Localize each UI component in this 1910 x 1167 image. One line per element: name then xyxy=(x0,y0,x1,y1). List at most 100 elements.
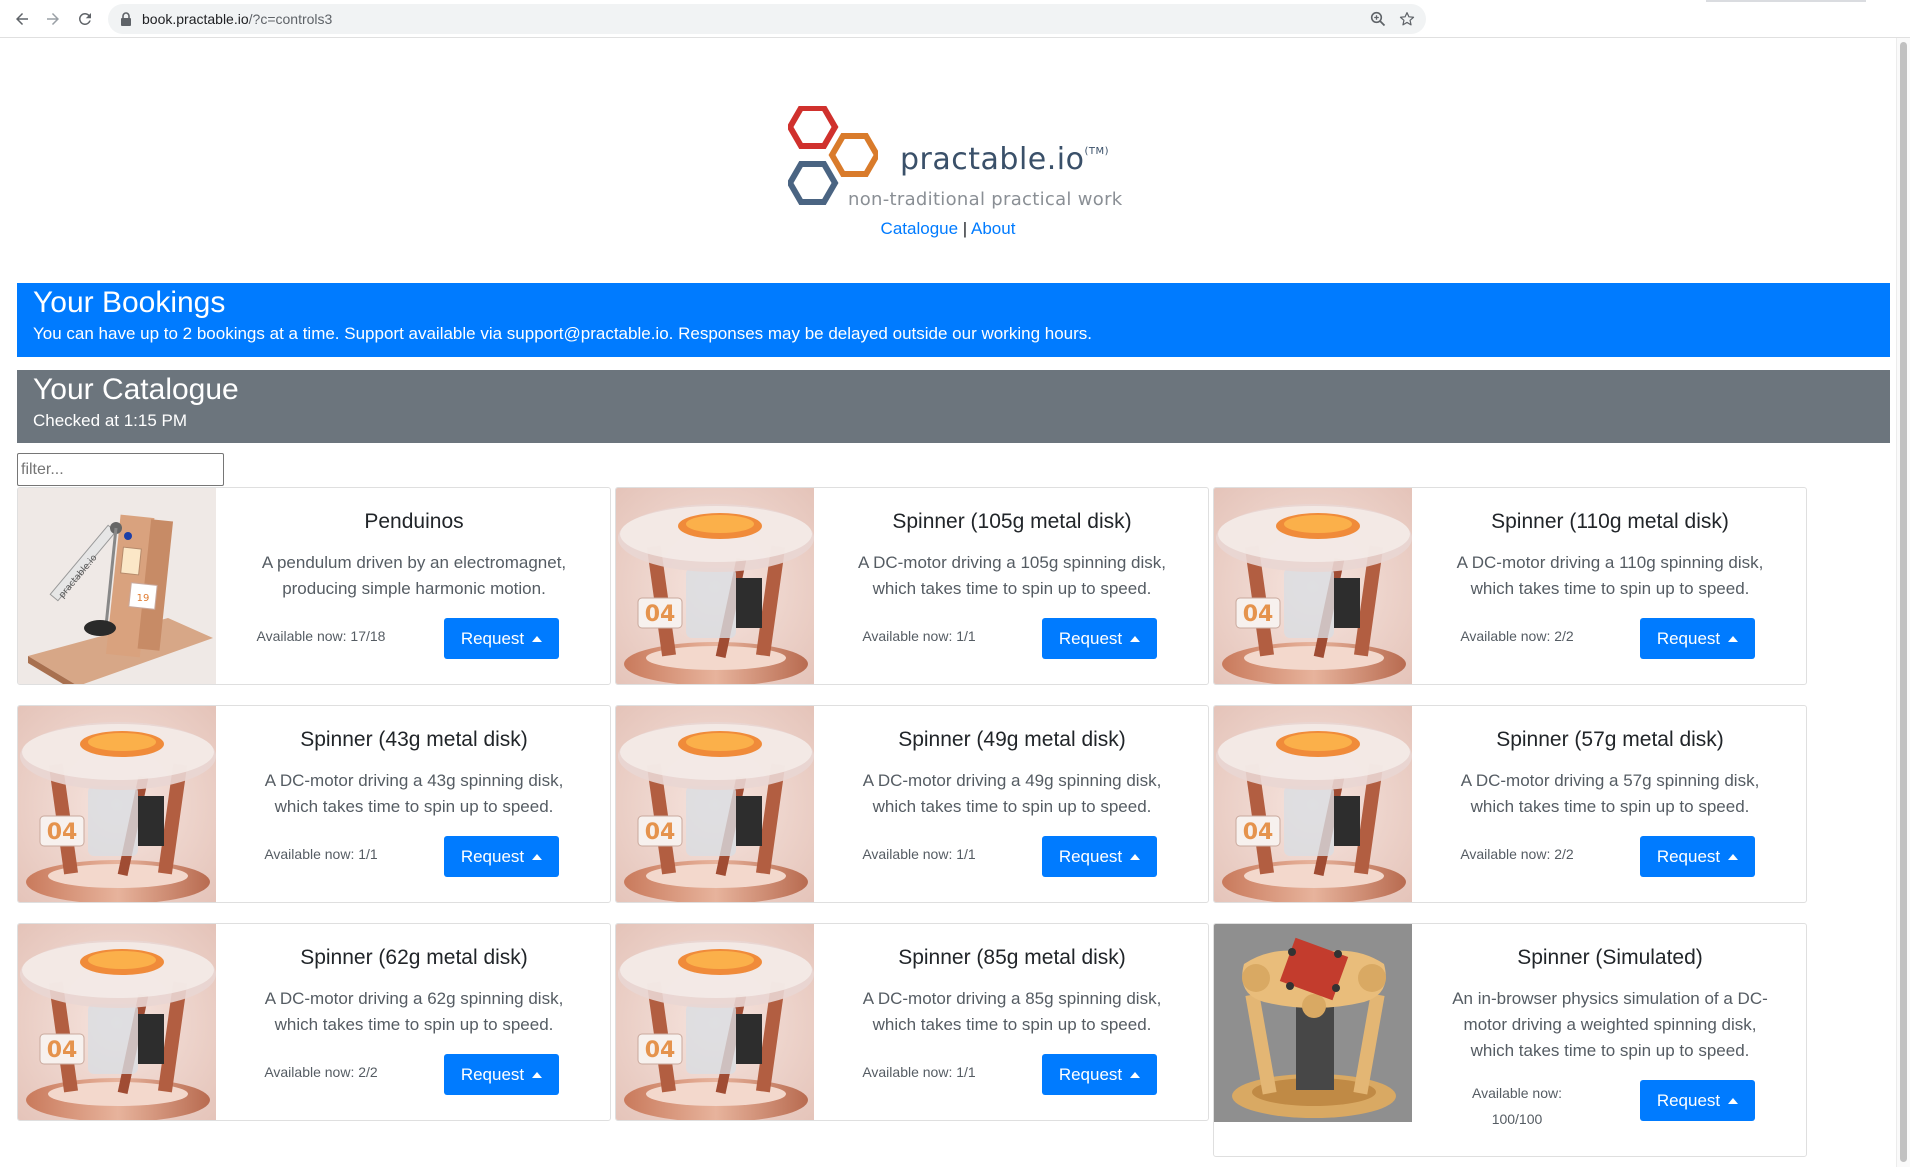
nav-catalogue-link[interactable]: Catalogue xyxy=(881,219,959,238)
experiment-title: Spinner (62g metal disk) xyxy=(300,946,528,969)
spinner-unit-number: 04 xyxy=(645,1038,676,1063)
availability-text: Available now: 1/1 xyxy=(862,846,976,862)
request-button[interactable]: Request xyxy=(1640,1080,1755,1121)
experiment-title: Spinner (43g metal disk) xyxy=(300,728,528,751)
scrollbar-thumb[interactable] xyxy=(1900,42,1907,1162)
request-button[interactable]: Request xyxy=(1640,836,1755,877)
request-button[interactable]: Request xyxy=(444,836,559,877)
address-bar[interactable]: book.practable.io/?c=controls3 xyxy=(108,4,1426,34)
url-text[interactable]: book.practable.io/?c=controls3 xyxy=(142,11,332,27)
caret-up-icon xyxy=(532,853,543,860)
experiment-thumbnail: 04 xyxy=(18,706,216,902)
request-button[interactable]: Request xyxy=(1042,1054,1157,1095)
experiment-thumbnail: 04 xyxy=(616,706,814,902)
experiment-description: A DC-motor driving a 57g spinning disk, … xyxy=(1460,771,1760,816)
experiment-description: A pendulum driven by an electromagnet, p… xyxy=(261,553,567,598)
pendulum-image: 19 practable.io xyxy=(18,488,216,684)
experiment-title: Spinner (57g metal disk) xyxy=(1496,728,1724,751)
availability-text: Available now: 1/1 xyxy=(264,846,378,862)
caret-up-icon xyxy=(1728,635,1739,642)
experiment-card: 04 Spinner (62g metal disk) A DC-motor dr… xyxy=(17,923,611,1121)
filter-input[interactable] xyxy=(17,453,224,486)
tab-strip-edge xyxy=(1706,0,1866,2)
experiment-thumbnail: 04 xyxy=(616,924,814,1120)
availability-text: Available now: 2/2 xyxy=(1460,846,1574,862)
experiment-card: 04 Spinner (110g metal disk) A DC-motor d… xyxy=(1213,487,1807,685)
availability-label: Available now: xyxy=(1471,1085,1563,1101)
request-button-label: Request xyxy=(1058,1064,1123,1084)
experiment-card-body: Spinner (105g metal disk) A DC-motor driv… xyxy=(814,488,1208,684)
experiment-card-body: Spinner (62g metal disk) A DC-motor drivi… xyxy=(216,924,610,1120)
experiment-title: Spinner (105g metal disk) xyxy=(892,510,1132,533)
forward-button[interactable] xyxy=(41,7,65,31)
experiment-card-body: Spinner (110g metal disk) A DC-motor driv… xyxy=(1412,488,1806,684)
request-button-label: Request xyxy=(1656,628,1721,648)
nav-about-link[interactable]: About xyxy=(971,219,1015,238)
experiment-card: 19 practable.io Penduinos A pendulum driv… xyxy=(17,487,611,685)
catalogue-panel: Your Catalogue Checked at 1:15 PM xyxy=(17,370,1890,443)
spinner-image: 04 xyxy=(616,706,814,902)
experiment-title: Penduinos xyxy=(364,510,464,533)
bookmark-star-icon[interactable] xyxy=(1398,10,1416,28)
experiment-thumbnail: 04 xyxy=(1214,706,1412,902)
brand-tagline: non-traditional practical work xyxy=(848,189,1123,210)
experiment-title: Spinner (110g metal disk) xyxy=(1491,510,1729,533)
caret-up-icon xyxy=(532,635,543,642)
lock-icon xyxy=(121,12,131,26)
experiment-card-body: Spinner (43g metal disk) A DC-motor drivi… xyxy=(216,706,610,902)
experiment-description: A DC-motor driving a 110g spinning disk,… xyxy=(1456,553,1764,598)
experiment-title: Spinner (85g metal disk) xyxy=(898,946,1126,969)
catalogue-title: Your Catalogue xyxy=(33,373,239,406)
availability-text: Available now: 2/2 xyxy=(1460,628,1574,644)
simulated-spinner-image xyxy=(1214,924,1412,1122)
spinner-unit-number: 04 xyxy=(47,1038,78,1063)
bookings-info: You can have up to 2 bookings at a time.… xyxy=(33,324,1092,343)
spinner-image: 04 xyxy=(616,924,814,1120)
request-button[interactable]: Request xyxy=(444,618,559,659)
experiment-thumbnail: 04 xyxy=(1214,488,1412,684)
experiment-title: Spinner (49g metal disk) xyxy=(898,728,1126,751)
request-button-label: Request xyxy=(1058,628,1123,648)
spinner-unit-number: 04 xyxy=(1243,820,1274,845)
availability-text: Available now: 2/2 xyxy=(264,1064,378,1080)
caret-up-icon xyxy=(532,1071,543,1078)
catalogue-checked-time: Checked at 1:15 PM xyxy=(33,411,188,430)
spinner-image: 04 xyxy=(1214,488,1412,684)
experiment-card: 04 Spinner (43g metal disk) A DC-motor dr… xyxy=(17,705,611,903)
request-button-label: Request xyxy=(460,1064,525,1084)
experiment-description: A DC-motor driving a 85g spinning disk, … xyxy=(862,989,1162,1034)
experiment-card-body: Spinner (Simulated) An in-browser physics… xyxy=(1412,924,1806,1127)
experiment-card-body: Spinner (57g metal disk) A DC-motor drivi… xyxy=(1412,706,1806,902)
caret-up-icon xyxy=(1728,853,1739,860)
top-nav: Catalogue | About xyxy=(0,219,1896,239)
back-button[interactable] xyxy=(10,7,34,31)
experiment-description: A DC-motor driving a 62g spinning disk, … xyxy=(264,989,564,1034)
experiment-card: 04 Spinner (57g metal disk) A DC-motor dr… xyxy=(1213,705,1807,903)
spinner-unit-number: 04 xyxy=(1243,602,1274,627)
experiment-thumbnail xyxy=(1214,924,1412,1122)
experiment-description: A DC-motor driving a 49g spinning disk, … xyxy=(862,771,1162,816)
spinner-image: 04 xyxy=(616,488,814,684)
spinner-image: 04 xyxy=(18,706,216,902)
request-button[interactable]: Request xyxy=(1640,618,1755,659)
spinner-unit-number: 04 xyxy=(645,602,676,627)
request-button[interactable]: Request xyxy=(1042,836,1157,877)
availability-text: Available now: 17/18 xyxy=(256,628,386,644)
availability-text: Available now: 1/1 xyxy=(862,1064,976,1080)
page-scrollbar[interactable] xyxy=(1896,38,1910,1167)
request-button[interactable]: Request xyxy=(444,1054,559,1095)
request-button-label: Request xyxy=(1058,846,1123,866)
reload-button[interactable] xyxy=(73,7,97,31)
page: practable.io(TM) non-traditional practic… xyxy=(0,39,1896,1167)
experiment-card: 04 Spinner (49g metal disk) A DC-motor dr… xyxy=(615,705,1209,903)
caret-up-icon xyxy=(1728,1097,1739,1104)
request-button-label: Request xyxy=(460,628,525,648)
availability-text: Available now: 1/1 xyxy=(862,628,976,644)
request-button[interactable]: Request xyxy=(1042,618,1157,659)
arrow-right-icon xyxy=(47,13,59,25)
availability-count: 100/100 xyxy=(1491,1111,1543,1127)
experiment-description: A DC-motor driving a 105g spinning disk,… xyxy=(857,553,1167,598)
experiment-card-body: Spinner (85g metal disk) A DC-motor drivi… xyxy=(814,924,1208,1120)
experiment-thumbnail: 04 xyxy=(616,488,814,684)
zoom-icon[interactable] xyxy=(1370,11,1386,27)
